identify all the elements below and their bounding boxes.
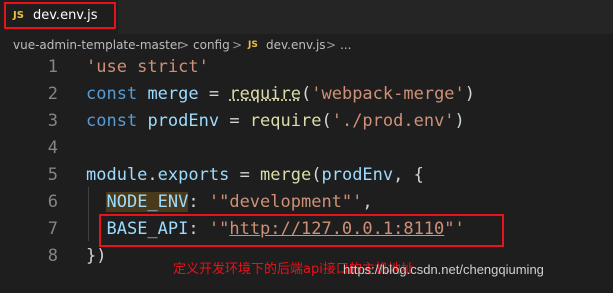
code-token: const <box>86 111 138 131</box>
watermark: https://blog.csdn.net/chengqiuming <box>343 262 544 277</box>
code-line-4[interactable]: 4 <box>0 135 613 162</box>
code-token: ( <box>321 111 332 131</box>
javascript-file-icon: JS <box>248 40 258 50</box>
tab-highlight-box <box>4 2 116 29</box>
code-token: require <box>229 84 301 104</box>
code-token: , <box>362 192 373 212</box>
code-token: 'webpack-merge' <box>311 84 465 104</box>
code-token: '"development"' <box>208 192 363 212</box>
code-token: NODE_ENV <box>106 192 189 212</box>
code-token: ( <box>301 84 312 104</box>
line-number: 1 <box>47 57 58 77</box>
breadcrumb-file[interactable]: dev.env.js <box>266 38 326 52</box>
breadcrumb-folder-root[interactable]: vue-admin-template-master <box>13 38 182 52</box>
breadcrumb-separator-icon: > <box>179 38 190 52</box>
code-token: merge <box>147 84 199 104</box>
code-token: ) <box>454 111 465 131</box>
code-token: merge <box>260 165 312 185</box>
code-token: prodEnv <box>147 111 220 131</box>
breadcrumb-folder-config[interactable]: config <box>193 38 230 52</box>
line-number: 5 <box>47 165 58 185</box>
tab-bar: JS dev.env.js <box>0 0 613 34</box>
line-number: 4 <box>47 138 58 158</box>
code-token: ) <box>464 84 476 104</box>
line-number: 8 <box>47 246 58 266</box>
breadcrumb-separator-icon: > <box>326 38 337 52</box>
code-token: : <box>188 192 209 212</box>
code-token: ( <box>311 165 322 185</box>
breadcrumb: vue-admin-template-master > config > JS … <box>0 34 613 56</box>
breadcrumb-separator-icon: > <box>232 38 243 52</box>
code-token: , { <box>393 165 424 185</box>
code-token: = <box>229 165 261 185</box>
breadcrumb-symbols[interactable]: ... <box>340 38 351 52</box>
code-token: './prod.env' <box>331 111 455 131</box>
base-api-highlight-box <box>99 214 504 247</box>
code-token: const <box>86 84 138 104</box>
line-number: 6 <box>47 192 58 212</box>
line-number: 3 <box>47 111 58 131</box>
code-token: = <box>219 111 250 131</box>
code-line-2[interactable]: 2 const merge = require('webpack-merge') <box>0 81 613 108</box>
code-token: prodEnv <box>321 165 394 185</box>
code-line-1[interactable]: 1 'use strict' <box>0 54 613 81</box>
code-token: exports <box>157 165 230 185</box>
code-line-6[interactable]: 6 NODE_ENV: '"development"', <box>0 189 613 216</box>
code-line-5[interactable]: 5 module.exports = merge(prodEnv, { <box>0 162 613 189</box>
code-token: }) <box>86 246 107 266</box>
code-token: 'use strict' <box>86 57 209 77</box>
code-token: require <box>249 111 322 131</box>
code-line-3[interactable]: 3 const prodEnv = require('./prod.env') <box>0 108 613 135</box>
code-token: module <box>86 165 148 185</box>
line-number: 2 <box>47 84 58 104</box>
code-token: . <box>147 165 158 185</box>
line-number: 7 <box>47 219 58 239</box>
code-token: = <box>198 84 230 104</box>
